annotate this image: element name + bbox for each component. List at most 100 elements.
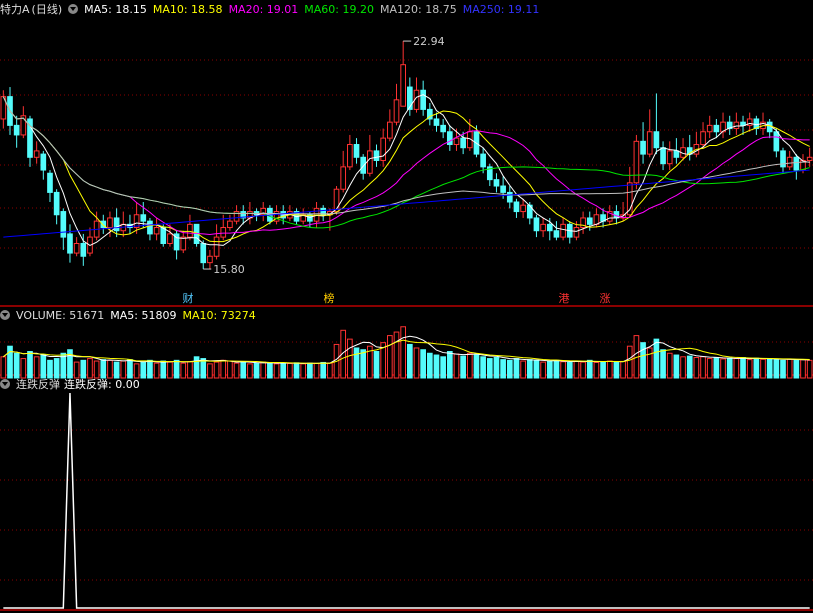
candle [73, 237, 80, 257]
event-tag-finance[interactable]: 财 [181, 292, 195, 306]
candle [413, 77, 420, 113]
volume-bar [780, 359, 786, 379]
candle-body [360, 156, 367, 174]
candle [746, 112, 753, 132]
volume-bar [600, 361, 606, 379]
candle-body [560, 223, 566, 238]
candle [373, 144, 380, 167]
indicator-line [3, 392, 810, 609]
candle-body [673, 150, 680, 158]
candle [147, 217, 153, 241]
candle [347, 134, 353, 171]
candle [433, 112, 440, 132]
volume-bar [260, 361, 267, 379]
event-tag-limit-up[interactable]: 涨 [598, 292, 612, 306]
candle-body [13, 124, 20, 136]
candle-body [500, 185, 506, 193]
volume-bar [593, 361, 600, 379]
candle [780, 147, 786, 174]
candle [233, 205, 240, 225]
volume-bar [327, 362, 333, 379]
candle [686, 134, 693, 161]
volume-bar [347, 338, 353, 379]
volume-bar [53, 358, 60, 379]
candle [193, 223, 200, 247]
volume-ma5-label: MA5: 51809 [110, 309, 177, 322]
stock-chart-canvas[interactable]: 22.94 15.80 [0, 0, 813, 613]
volume-bar [280, 362, 287, 379]
candle-body [180, 236, 187, 251]
volume-bar [626, 345, 633, 379]
candle-body [793, 156, 800, 171]
volume-bar [693, 357, 700, 379]
candle [387, 109, 393, 142]
volume-bar [0, 356, 7, 379]
candle [493, 173, 500, 193]
low-price-label: 15.80 [213, 263, 245, 276]
volume-bar [73, 361, 80, 379]
high-price-label: 22.94 [413, 35, 445, 48]
candle-body [33, 150, 40, 158]
candle-body [700, 131, 706, 146]
volume-bar [766, 358, 773, 379]
candle [340, 150, 347, 193]
chevron-down-icon[interactable] [0, 310, 10, 320]
indicator-value-label: 连跌反弹: 0.00 [64, 378, 140, 391]
candle [260, 201, 267, 222]
volume-bar [20, 358, 27, 379]
volume-bar [793, 359, 800, 379]
volume-bar [720, 358, 726, 379]
event-tag-ranking[interactable]: 榜 [322, 292, 336, 306]
candle-body [220, 227, 227, 238]
volume-bar [653, 338, 660, 379]
volume-bar [473, 354, 480, 379]
volume-bar [746, 359, 753, 379]
candle-body [53, 191, 60, 216]
volume-label: VOLUME: 51671 [16, 309, 105, 322]
ma5-label: MA5: 18.15 [84, 3, 147, 16]
chevron-down-icon[interactable] [0, 379, 10, 389]
candle [426, 103, 433, 126]
candle [786, 150, 793, 171]
ma120-label: MA120: 18.75 [380, 3, 457, 16]
candle-body [433, 118, 440, 126]
volume-bar [546, 360, 553, 379]
volume-bar [413, 347, 420, 379]
candle-body [646, 131, 653, 155]
candle [486, 163, 493, 187]
candle-body [380, 137, 387, 161]
candle-body [340, 166, 347, 190]
volume-bar [153, 362, 160, 379]
volume-bar [446, 351, 453, 379]
volume-bar [320, 361, 327, 379]
candle [227, 214, 233, 231]
candle-body [593, 214, 600, 225]
volume-bar [480, 356, 486, 379]
volume-bar [193, 356, 200, 379]
candle-body [733, 121, 740, 130]
volume-ma10-label: MA10: 73274 [182, 309, 256, 322]
candle-body [660, 147, 666, 165]
price-panel-header: 特力A (日线) MA5: 18.15 MA10: 18.58 MA20: 19.01 M… [0, 3, 545, 17]
volume-bar [553, 359, 560, 379]
volume-bar [227, 360, 233, 379]
volume-bar [573, 360, 580, 379]
event-tag-hk-connect[interactable]: 港 [557, 292, 571, 306]
volume-bar [273, 363, 280, 379]
volume-bar [213, 361, 220, 379]
volume-bar [666, 352, 673, 379]
volume-bar [753, 357, 760, 379]
candle-body [480, 153, 486, 168]
candle [660, 141, 666, 171]
candle-body [440, 124, 446, 133]
candle-body [107, 217, 113, 229]
chevron-down-icon[interactable] [68, 4, 79, 14]
candle [380, 128, 387, 167]
candle [700, 122, 706, 148]
candle [13, 115, 20, 148]
candle-body [420, 89, 426, 110]
indicator-panel-header: 连跌反弹 连跌反弹: 0.00 [0, 378, 146, 392]
candle [646, 109, 653, 158]
candle [446, 125, 453, 151]
volume-bar [686, 355, 693, 379]
